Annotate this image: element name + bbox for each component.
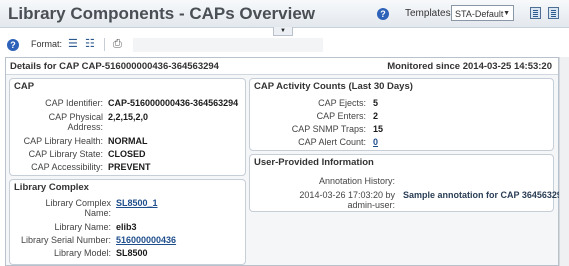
cap-health-value: NORMAL (108, 136, 148, 146)
cap-identifier-value: CAP-516000000436-364563294 (108, 98, 239, 108)
dropdown-arrow-icon: ▼ (503, 10, 510, 17)
list-view-icon[interactable]: ☰ (68, 38, 78, 50)
toolbar-divider (104, 38, 105, 51)
cap-health-label: CAP Library Health: (23, 136, 103, 146)
refresh-icon[interactable] (548, 7, 559, 19)
cap-ejects-value: 5 (373, 98, 379, 108)
library-complex-name-label: Library Complex (45, 198, 111, 208)
library-name-value: elib3 (116, 222, 137, 232)
help-icon[interactable]: ? (7, 39, 19, 51)
activity-section: CAP Activity Counts (Last 30 Days) CAP E… (249, 78, 554, 151)
cap-snmp-value: 15 (373, 124, 384, 134)
cap-section-title: CAP (14, 81, 35, 92)
cap-snmp-label: CAP SNMP Traps: (291, 124, 366, 134)
cap-enters-label: CAP Enters: (316, 111, 366, 121)
cap-accessibility-value: PREVENT (108, 162, 151, 172)
cap-enters-value: 2 (373, 111, 379, 121)
templates-label: Templates: (405, 8, 454, 19)
templates-select[interactable]: STA-Default ▼ (451, 5, 514, 21)
library-model-value: SL8500 (116, 248, 148, 258)
library-complex-name-label-2: Name: (84, 208, 111, 218)
cap-physical-value: 2,2,15,2,0 (108, 112, 149, 122)
library-complex-title: Library Complex (14, 182, 89, 193)
cap-state-label: CAP Library State: (28, 149, 103, 159)
cap-physical-label-2: Address: (67, 122, 103, 132)
user-info-section: User-Provided Information Annotation His… (249, 154, 569, 212)
annotation-text: Sample annotation for CAP 364563294. (403, 190, 569, 200)
cap-alert-label: CAP Alert Count: (298, 137, 366, 147)
cap-identifier-label: CAP Identifier: (45, 98, 103, 108)
details-header: Details for CAP CAP-516000000436-3645632… (6, 58, 558, 75)
details-title: Details for CAP CAP-516000000436-3645632… (10, 61, 219, 72)
cap-physical-label: CAP Physical (48, 112, 103, 122)
library-name-label: Library Name: (54, 222, 111, 232)
details-panel: Details for CAP CAP-516000000436-3645632… (5, 57, 569, 266)
annotation-user: admin-user: (347, 200, 395, 210)
user-info-title: User-Provided Information (254, 157, 374, 168)
library-model-label: Library Model: (53, 248, 111, 258)
format-label: Format: (31, 39, 63, 49)
cap-accessibility-label: CAP Accessibility: (31, 162, 103, 172)
grid-view-icon[interactable]: ☷ (85, 38, 95, 50)
library-complex-section: Library Complex Library Complex Name: SL… (9, 179, 246, 265)
annotation-history-label: Annotation History: (318, 176, 395, 186)
library-complex-name-link[interactable]: SL8500_1 (116, 198, 158, 208)
toolbar-strip (133, 38, 323, 52)
help-icon[interactable]: ? (377, 8, 389, 20)
library-serial-label: Library Serial Number: (20, 235, 111, 245)
page-title: Library Components - CAPs Overview (8, 4, 316, 23)
cap-section: CAP CAP Identifier: CAP-516000000436-364… (9, 78, 246, 176)
annotation-date: 2014-03-26 17:03:20 by (299, 190, 395, 200)
export-icon[interactable] (530, 7, 541, 19)
cap-ejects-label: CAP Ejects: (318, 98, 366, 108)
vertical-scrollbar[interactable] (559, 57, 569, 266)
monitored-since: Monitored since 2014-03-25 14:53:20 (387, 61, 552, 72)
activity-title: CAP Activity Counts (Last 30 Days) (254, 81, 413, 92)
cap-alert-link[interactable]: 0 (373, 137, 378, 147)
cap-state-value: CLOSED (108, 149, 146, 159)
library-serial-link[interactable]: 516000000436 (116, 235, 176, 245)
print-icon[interactable]: ⎙ (113, 38, 122, 50)
templates-select-value: STA-Default (455, 9, 504, 19)
title-bar: Library Components - CAPs Overview ? Tem… (0, 0, 569, 28)
